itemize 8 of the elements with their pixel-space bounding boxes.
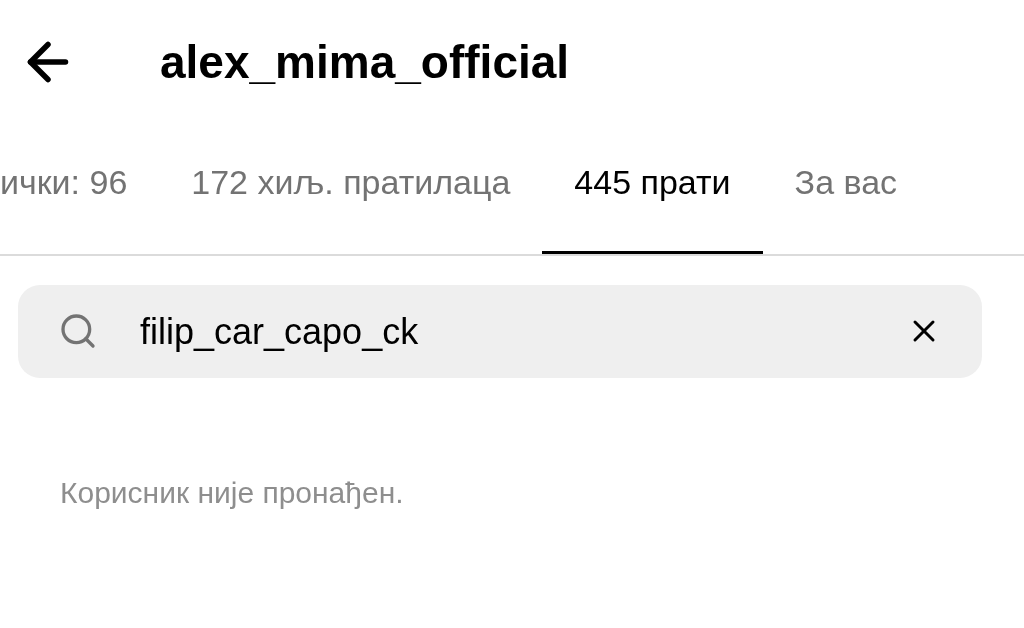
profile-username: alex_mima_official (160, 34, 570, 90)
tab[interactable]: ички: 96 (0, 154, 160, 254)
tab[interactable]: За вас (762, 154, 930, 254)
search-icon (58, 311, 98, 351)
tab[interactable]: 445 прати (542, 154, 763, 254)
tab[interactable]: 172 хиљ. пратилаца (159, 154, 543, 254)
no-results-message: Корисник није пронађен. (60, 475, 405, 511)
search-field[interactable]: filip_car_capo_ck (18, 285, 982, 378)
